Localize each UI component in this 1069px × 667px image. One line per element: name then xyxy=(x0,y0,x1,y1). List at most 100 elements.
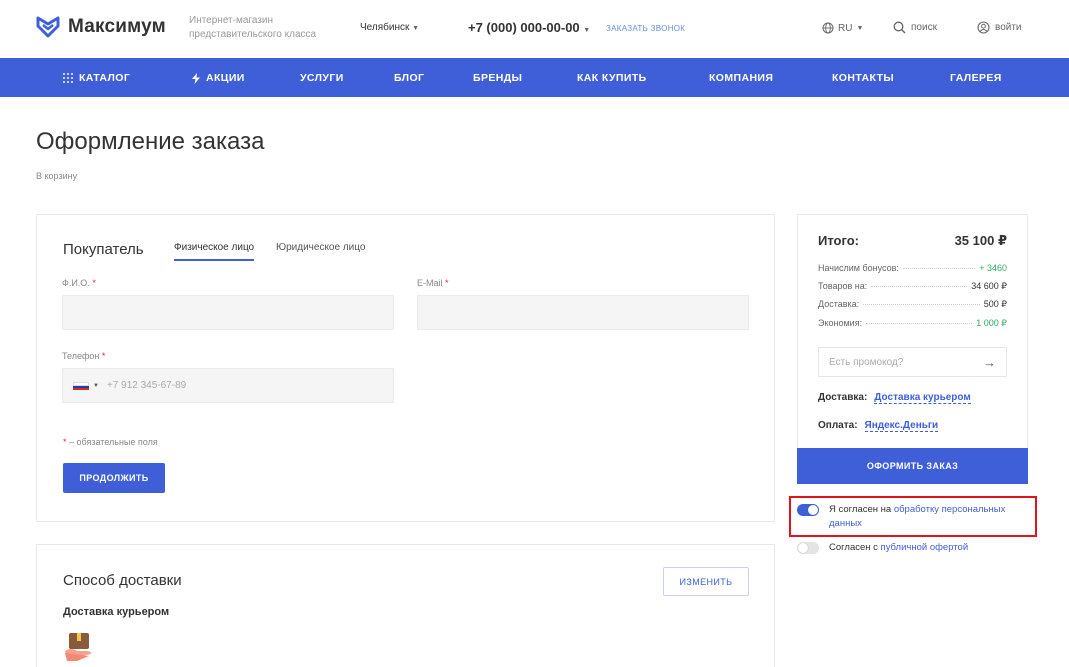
nav-item-contacts[interactable]: Контакты xyxy=(832,72,894,84)
required-mark: * xyxy=(92,278,96,288)
globe-icon xyxy=(822,22,834,34)
shipping-row: Доставка: 500 ₽ xyxy=(818,299,1007,310)
delivery-info-link[interactable]: Доставка курьером xyxy=(874,392,971,404)
login-label: войти xyxy=(995,22,1022,33)
required-mark: * xyxy=(445,278,449,288)
chevron-down-icon: ▼ xyxy=(856,24,864,32)
total-value: 35 100 ₽ xyxy=(954,233,1007,248)
goods-row: Товаров на: 34 600 ₽ xyxy=(818,281,1007,292)
required-note: * – обязательные поля xyxy=(63,437,158,447)
search-button[interactable]: поиск xyxy=(893,21,937,34)
nav-item-sales[interactable]: Акции xyxy=(192,72,245,84)
tab-individual[interactable]: Физическое лицо xyxy=(174,242,255,261)
page-title: Оформление заказа xyxy=(36,128,265,155)
nav-item-brands[interactable]: Бренды xyxy=(473,72,522,84)
phone-label: +7 (000) 000-00-00 xyxy=(468,20,580,35)
toggle-knob xyxy=(808,505,818,515)
arrow-right-icon[interactable]: → xyxy=(983,355,996,370)
row-value: 34 600 ₽ xyxy=(971,281,1007,291)
courier-box-icon xyxy=(65,633,91,661)
tagline: Интернет-магазин представительского клас… xyxy=(189,15,317,40)
row-value: + 3460 xyxy=(979,263,1007,273)
nav-label: Как купить xyxy=(577,72,647,84)
required-mark: * xyxy=(101,351,106,361)
row-label: Начислим бонусов: xyxy=(818,263,899,273)
nav-label: Бренды xyxy=(473,72,523,84)
nav-item-gallery[interactable]: Галерея xyxy=(950,72,1002,84)
delivery-info: Доставка: Доставка курьером xyxy=(818,392,971,404)
site-header: Максимум Интернет-магазин представительс… xyxy=(0,0,1069,58)
nav-label: Компания xyxy=(709,72,774,84)
language-selector[interactable]: RU ▼ xyxy=(822,22,863,34)
nav-label: Контакты xyxy=(832,72,895,84)
nav-item-catalog[interactable]: Каталог xyxy=(63,72,130,84)
offer-link[interactable]: публичной офертой xyxy=(881,542,969,553)
savings-row: Экономия: 1 000 ₽ xyxy=(818,318,1007,329)
user-icon xyxy=(977,21,990,34)
nav-item-company[interactable]: Компания xyxy=(709,72,773,84)
delivery-title: Способ доставки xyxy=(63,572,182,589)
name-label-text: Ф.И.О. xyxy=(62,278,90,288)
logo-text: Максимум xyxy=(68,16,166,37)
phone-field[interactable]: ▼ +7 912 345-67-89 xyxy=(62,368,394,403)
delivery-method: Доставка курьером xyxy=(63,606,170,618)
personal-data-toggle[interactable] xyxy=(797,504,819,516)
grid-icon xyxy=(63,73,73,83)
chevron-down-icon: ▼ xyxy=(583,27,591,34)
nav-label: Каталог xyxy=(79,72,131,84)
email-field[interactable] xyxy=(417,295,749,330)
lightning-icon xyxy=(192,72,200,84)
callback-link[interactable]: заказать звонок xyxy=(606,24,685,33)
total-label: Итого: xyxy=(818,233,859,248)
row-value: 1 000 ₽ xyxy=(976,318,1007,328)
search-label: поиск xyxy=(911,22,937,33)
name-label: Ф.И.О. * xyxy=(62,278,96,288)
email-label-text: E-Mail xyxy=(417,278,443,288)
offer-consent: Согласен с публичной офертой xyxy=(797,541,1033,555)
back-to-cart-link[interactable]: В корзину xyxy=(36,171,77,181)
city-label: Челябинск xyxy=(360,22,410,33)
buyer-section: Покупатель Физическое лицо Юридическое л… xyxy=(36,214,775,522)
nav-label: Галерея xyxy=(950,72,1002,84)
chevron-down-icon: ▼ xyxy=(93,382,99,389)
delivery-section: Способ доставки Изменить Доставка курьер… xyxy=(36,544,775,667)
row-value: 500 ₽ xyxy=(983,299,1007,309)
offer-toggle[interactable] xyxy=(797,542,819,554)
buyer-title: Покупатель xyxy=(63,241,144,258)
consent-prefix: Согласен с xyxy=(829,542,881,553)
personal-data-text: Я согласен на обработку персональных дан… xyxy=(829,503,1033,531)
phone-label: Телефон * xyxy=(62,351,105,361)
login-button[interactable]: войти xyxy=(977,21,1022,34)
delivery-info-label: Доставка: xyxy=(818,392,868,403)
tab-legal-entity[interactable]: Юридическое лицо xyxy=(276,242,365,253)
email-label: E-Mail * xyxy=(417,278,449,288)
nav-label: Блог xyxy=(394,72,425,84)
toggle-knob xyxy=(798,543,808,553)
nav-label: Услуги xyxy=(300,72,344,84)
russia-flag-icon[interactable] xyxy=(73,381,89,390)
checkout-button[interactable]: Оформить заказ xyxy=(797,448,1028,484)
continue-button[interactable]: Продолжить xyxy=(63,463,165,493)
payment-info-link[interactable]: Яндекс.Деньги xyxy=(864,420,939,432)
name-field[interactable] xyxy=(62,295,394,330)
row-label: Товаров на: xyxy=(818,281,868,291)
nav-label: Акции xyxy=(206,72,245,84)
nav-item-services[interactable]: Услуги xyxy=(300,72,344,84)
row-label: Экономия: xyxy=(818,318,863,328)
nav-item-how-to-buy[interactable]: Как купить xyxy=(577,72,647,84)
main-nav: Каталог Акции Услуги Блог Бренды Как куп… xyxy=(0,58,1069,97)
change-delivery-button[interactable]: Изменить xyxy=(663,567,749,596)
city-selector[interactable]: Челябинск ▼ xyxy=(360,22,419,33)
promo-code-input[interactable]: Есть промокод? → xyxy=(818,347,1007,377)
phone-placeholder: +7 912 345-67-89 xyxy=(106,380,187,391)
logo[interactable]: Максимум xyxy=(36,16,166,38)
bonus-row: Начислим бонусов: + 3460 xyxy=(818,263,1007,273)
payment-info: Оплата: Яндекс.Деньги xyxy=(818,420,939,432)
promo-placeholder: Есть промокод? xyxy=(829,356,904,368)
language-label: RU xyxy=(838,22,853,34)
nav-item-blog[interactable]: Блог xyxy=(394,72,424,84)
phone-label-text: Телефон xyxy=(62,351,100,361)
phone-number[interactable]: +7 (000) 000-00-00 ▼ xyxy=(468,20,590,35)
required-note-text: – обязательные поля xyxy=(66,437,158,447)
search-icon xyxy=(893,21,906,34)
